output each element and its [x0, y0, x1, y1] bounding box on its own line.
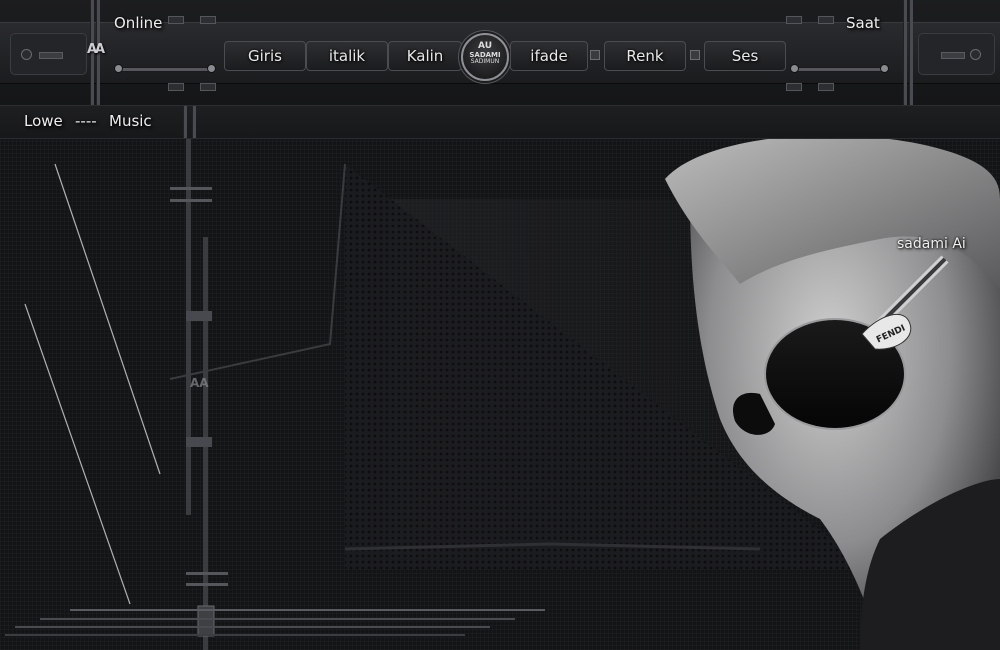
left-slider[interactable]: [116, 67, 214, 72]
left-slider-knob[interactable]: [114, 64, 123, 73]
artist-credit: sadami Ai: [897, 236, 966, 252]
aa-watermark: AA: [190, 376, 209, 390]
right-slider[interactable]: [792, 67, 888, 72]
clock-label: Saat: [846, 14, 880, 32]
pipe-clamp: [170, 199, 212, 202]
left-cap-dash: [39, 52, 63, 59]
torn-edge: [169, 163, 346, 380]
portrait: FENDI: [665, 139, 1000, 650]
subbar-post: [183, 106, 187, 138]
right-end-cap: [918, 33, 995, 75]
nav-kalin-button[interactable]: Kalin: [388, 41, 462, 71]
right-cap-dot: [970, 49, 981, 60]
now-playing-bar: Lowe ---- Music: [0, 106, 1000, 139]
nav-ses-button[interactable]: Ses: [704, 41, 786, 71]
now-playing-separator: ----: [75, 112, 97, 130]
top-toolbar: AA Online Saat Giris italik Kalin AU SAD…: [0, 0, 1000, 106]
vertical-pipe: [186, 139, 191, 515]
badge-line-1: AU: [478, 41, 492, 51]
nav-separator: [590, 50, 600, 60]
now-playing-title: Music: [109, 112, 152, 130]
artwork-scene: FENDI AA: [5, 139, 1000, 650]
pipe-clamp: [170, 187, 212, 190]
light-streak: [24, 303, 131, 605]
pipe-joint: [186, 437, 212, 447]
subbar-post: [192, 106, 196, 138]
nav-italik-button[interactable]: italik: [306, 41, 388, 71]
top-stub: [786, 16, 802, 24]
aa-logo-mark: AA: [87, 42, 105, 57]
bottom-stub: [168, 83, 184, 91]
left-end-cap: [10, 33, 87, 75]
main-artwork-area: FENDI AA: [0, 139, 1000, 650]
top-stub: [200, 16, 216, 24]
bottom-stub: [818, 83, 834, 91]
right-post-2: [909, 0, 913, 105]
nav-giris-button[interactable]: Giris: [224, 41, 306, 71]
bottom-stub: [200, 83, 216, 91]
top-stub: [818, 16, 834, 24]
right-slider-knob[interactable]: [790, 64, 799, 73]
light-streak: [54, 163, 161, 475]
nav-renk-button[interactable]: Renk: [604, 41, 686, 71]
top-stub: [168, 16, 184, 24]
right-post: [903, 0, 907, 105]
pipe-joint: [186, 311, 212, 321]
badge-line-3: SADIMUN: [470, 58, 500, 66]
now-playing-artist: Lowe: [24, 112, 63, 130]
online-label: Online: [114, 14, 163, 32]
left-cap-dot: [21, 49, 32, 60]
pipe-clamp: [186, 583, 228, 586]
bottom-stub: [786, 83, 802, 91]
right-slider-knob-end[interactable]: [880, 64, 889, 73]
nav-separator: [690, 50, 700, 60]
left-slider-knob-end[interactable]: [207, 64, 216, 73]
center-logo-badge: AU SADAMI SADIMUN: [461, 33, 509, 81]
nav-ifade-button[interactable]: ifade: [510, 41, 588, 71]
right-cap-dash: [941, 52, 965, 59]
pipe-clamp: [186, 572, 228, 575]
